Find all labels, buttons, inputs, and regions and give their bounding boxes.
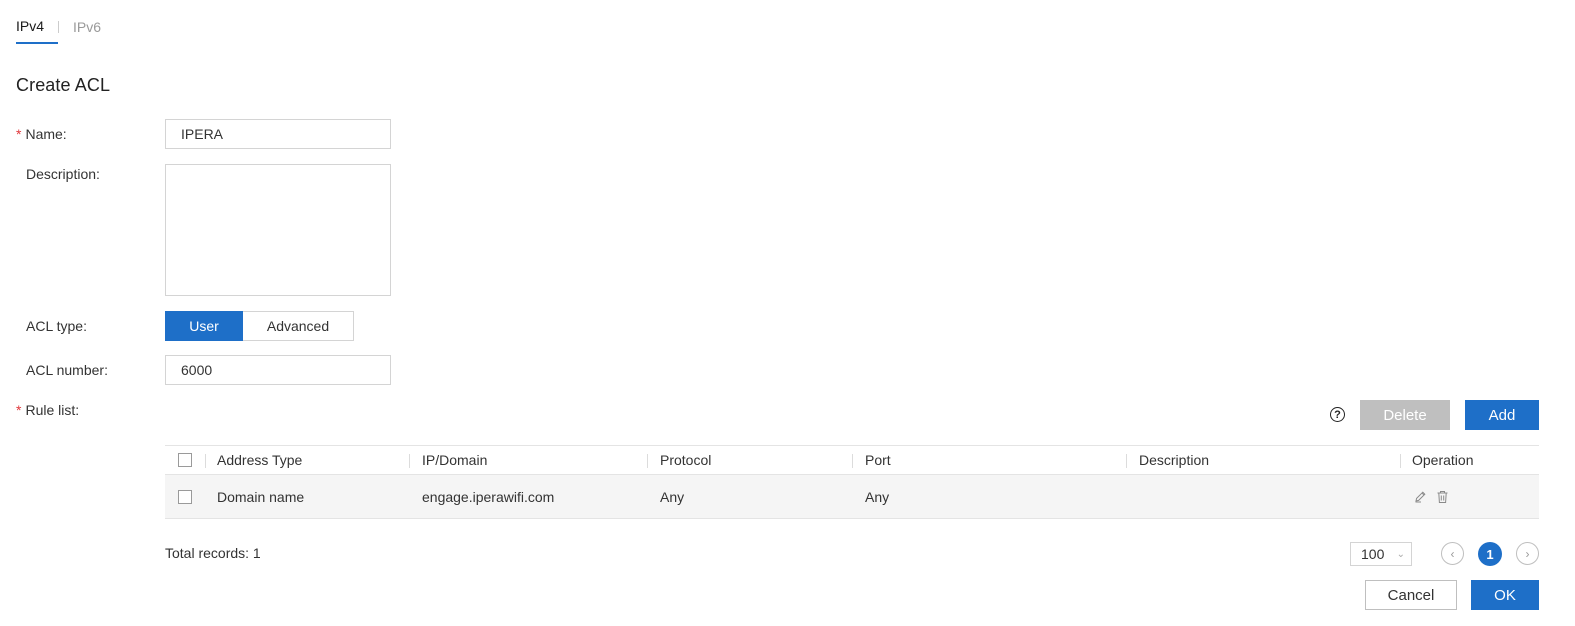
column-separator [1400,454,1401,468]
name-label-text: Name: [25,126,67,142]
delete-button[interactable]: Delete [1360,400,1450,430]
prev-page-icon[interactable]: ‹ [1441,542,1464,565]
cancel-button[interactable]: Cancel [1365,580,1457,610]
acl-number-input[interactable] [165,355,391,385]
column-header-address-type: Address Type [217,452,303,468]
column-header-port: Port [865,452,891,468]
page-title: Create ACL [16,75,111,95]
column-separator [647,454,648,468]
question-circle-icon[interactable]: ? [1330,407,1345,422]
required-mark: * [16,402,22,418]
acl-type-segmented: User Advanced [165,311,354,341]
cell-port: Any [865,488,890,505]
acl-type-user-button[interactable]: User [165,311,243,341]
column-separator [1126,454,1127,468]
cell-operation [1412,475,1456,518]
row-checkbox[interactable] [178,489,192,504]
name-label: * Name: [16,126,67,142]
tab-ipv4[interactable]: IPv4 [16,18,59,44]
column-separator [852,454,853,468]
column-header-ip-domain: IP/Domain [422,452,488,468]
rule-list-label-text: Rule list: [25,402,80,418]
tab-ipv6[interactable]: IPv6 [59,19,101,43]
ip-version-tabs: IPv4 IPv6 [16,18,101,44]
column-separator [409,454,410,468]
table-row[interactable]: Domain name engage.iperawifi.com Any Any [165,475,1539,519]
select-all-checkbox[interactable] [178,453,192,467]
column-header-operation: Operation [1412,452,1474,468]
column-header-description: Description [1139,452,1210,468]
ok-button[interactable]: OK [1471,580,1539,610]
rule-table: Address Type IP/Domain Protocol Port Des… [165,445,1539,519]
current-page-number[interactable]: 1 [1478,542,1502,566]
select-all-checkbox-cell [178,446,192,474]
acl-number-label: ACL number: [26,362,108,378]
edit-icon[interactable] [1412,489,1428,505]
cell-ip-domain: engage.iperawifi.com [422,488,555,505]
next-page-icon[interactable]: › [1516,542,1539,565]
column-separator [205,454,206,468]
description-textarea[interactable] [165,164,391,296]
rule-list-label: * Rule list: [16,402,79,418]
acl-type-advanced-button[interactable]: Advanced [243,311,354,341]
required-mark: * [16,126,22,142]
add-button[interactable]: Add [1465,400,1539,430]
row-checkbox-cell [178,475,192,518]
page-size-select[interactable]: 100 ⌄ [1350,542,1412,566]
trash-icon[interactable] [1434,489,1450,505]
column-header-protocol: Protocol [660,452,712,468]
total-records: Total records: 1 [165,545,261,561]
table-header: Address Type IP/Domain Protocol Port Des… [165,445,1539,475]
description-label: Description: [26,166,100,182]
chevron-down-icon: ⌄ [1396,549,1405,560]
name-input[interactable] [165,119,391,149]
cell-address-type: Domain name [217,488,305,505]
page-size-value: 100 [1361,546,1385,562]
cell-protocol: Any [660,488,685,505]
acl-type-label: ACL type: [26,318,87,334]
